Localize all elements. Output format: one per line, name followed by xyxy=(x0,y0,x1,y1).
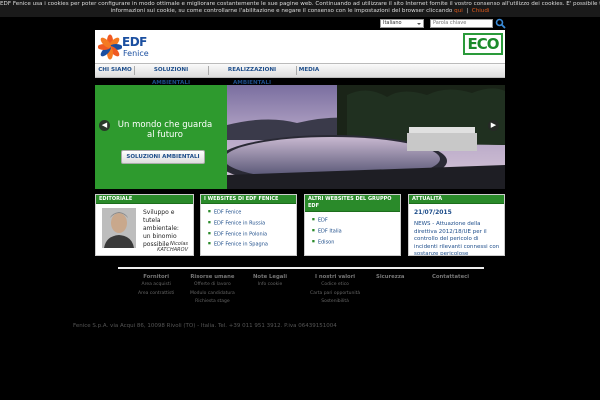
editoriale-author: Nicolas KATCHAROV xyxy=(148,241,188,253)
cookie-info-link[interactable]: qui xyxy=(454,8,463,14)
group-website-link[interactable]: EDF Italia xyxy=(312,226,400,237)
websites-group-title: ALTRI WEBSITES DEL GRUPPO EDF xyxy=(305,195,400,212)
edf-flower-icon xyxy=(98,34,122,60)
nav-chi-siamo[interactable]: CHI SIAMO xyxy=(97,64,133,77)
group-website-link[interactable]: EDF xyxy=(312,215,400,226)
footer-link[interactable]: Carta pari opportunità xyxy=(310,290,360,299)
news-link[interactable]: NEWS - Attuazione della direttiva 2012/1… xyxy=(414,221,502,255)
footer-link[interactable]: Codice etico xyxy=(310,281,360,290)
hero-slider: Un mondo che guarda al futuro SOLUZIONI … xyxy=(95,85,505,189)
footer-heading[interactable]: Contattateci xyxy=(432,273,469,281)
group-website-link[interactable]: Edison xyxy=(312,237,400,248)
footer-column-contattateci: Contattateci xyxy=(432,273,469,281)
footer-column-nostri-valori: I nostri valori Codice etico Carta pari … xyxy=(310,273,360,307)
websites-group-box: ALTRI WEBSITES DEL GRUPPO EDF EDF EDF It… xyxy=(304,194,401,256)
nav-media[interactable]: MEDIA xyxy=(297,64,321,77)
nav-soluzioni-ambientali[interactable]: SOLUZIONI AMBIENTALI xyxy=(135,64,207,86)
website-link[interactable]: EDF Fenice in Polonia xyxy=(208,229,296,240)
attualita-box: ATTUALITÀ 21/07/2015 NEWS - Attuazione d… xyxy=(408,194,505,256)
footer-heading[interactable]: Fornitori xyxy=(138,273,174,281)
logo-subtext: Fenice xyxy=(123,49,149,58)
chevron-right-icon[interactable]: ▶ xyxy=(488,120,499,131)
footer-link[interactable]: Area contrattisti xyxy=(138,290,174,299)
cookie-text-2: informazioni sui cookie, su come control… xyxy=(110,8,453,14)
cookie-banner: EDF Fenice usa i cookies per poter confi… xyxy=(0,0,600,17)
language-select[interactable]: Italiano xyxy=(380,19,424,28)
footer-heading[interactable]: Risorse umane xyxy=(190,273,235,281)
search-input[interactable]: Parola chiave xyxy=(430,19,493,28)
footer-link[interactable]: Area acquisti xyxy=(138,281,174,290)
cookie-text-1: EDF Fenice usa i cookies per poter confi… xyxy=(0,1,600,7)
footer-heading[interactable]: Note Legali xyxy=(253,273,287,281)
footer-heading[interactable]: Sicurezza xyxy=(376,273,405,281)
nav-realizzazioni-ambientali[interactable]: REALIZZAZIONI AMBIENTALI xyxy=(209,64,295,86)
website-link[interactable]: EDF Fenice xyxy=(208,207,296,218)
footer-link[interactable]: Modulo candidatura xyxy=(190,290,235,299)
editoriale-title: EDITORIALE xyxy=(96,195,193,204)
footer-column-risorse-umane: Risorse umane Offerte di lavoro Modulo c… xyxy=(190,273,235,307)
eco-label: ECO xyxy=(467,35,499,53)
website-link[interactable]: EDF Fenice in Russia xyxy=(208,218,296,229)
edf-fenice-logo[interactable]: EDF Fenice xyxy=(98,32,150,61)
websites-fenice-title: I WEBSITES DI EDF FENICE xyxy=(201,195,296,204)
website-link[interactable]: EDF Fenice in Spagna xyxy=(208,239,296,250)
footer-link[interactable]: Info cookie xyxy=(253,281,287,290)
eco-logo: ECO xyxy=(463,33,503,55)
logo-text: EDF xyxy=(122,35,147,49)
attualita-title: ATTUALITÀ xyxy=(409,195,504,204)
footer-heading[interactable]: I nostri valori xyxy=(310,273,360,281)
footer-divider xyxy=(118,267,484,269)
main-nav: CHI SIAMO SOLUZIONI AMBIENTALI REALIZZAZ… xyxy=(95,63,505,86)
chevron-left-icon[interactable]: ◀ xyxy=(99,120,110,131)
hero-image xyxy=(227,85,505,189)
search-icon[interactable] xyxy=(495,18,506,29)
news-date: 21/07/2015 xyxy=(414,209,452,216)
author-photo[interactable] xyxy=(102,208,136,248)
slide-indicators xyxy=(100,179,128,189)
websites-fenice-box: I WEBSITES DI EDF FENICE EDF Fenice EDF … xyxy=(200,194,297,256)
site-header: EDF Fenice ECO xyxy=(95,30,505,63)
footer-column-note-legali: Note Legali Info cookie xyxy=(253,273,287,290)
cookie-close-link[interactable]: Chiudi xyxy=(472,8,490,14)
footer-link[interactable]: Richiesta stage xyxy=(190,298,235,307)
footer-link[interactable]: Offerte di lavoro xyxy=(190,281,235,290)
page: { "cookie_bar": { "text_line1": "EDF Fen… xyxy=(0,0,600,400)
footer-column-sicurezza: Sicurezza xyxy=(376,273,405,281)
editoriale-box: EDITORIALE Sviluppo e tutela ambientale:… xyxy=(95,194,194,256)
hero-headline: Un mondo che guarda al futuro xyxy=(117,120,213,140)
footer-column-fornitori: Fornitori Area acquisti Area contrattist… xyxy=(138,273,174,298)
footer-address: Fenice S.p.A. via Acqui 86, 10098 Rivoli… xyxy=(73,323,337,329)
footer-link[interactable]: Sostenibilità xyxy=(310,298,360,307)
hero-cta-button[interactable]: SOLUZIONI AMBIENTALI xyxy=(121,150,205,164)
author-last-name: KATCHAROV xyxy=(157,247,188,253)
